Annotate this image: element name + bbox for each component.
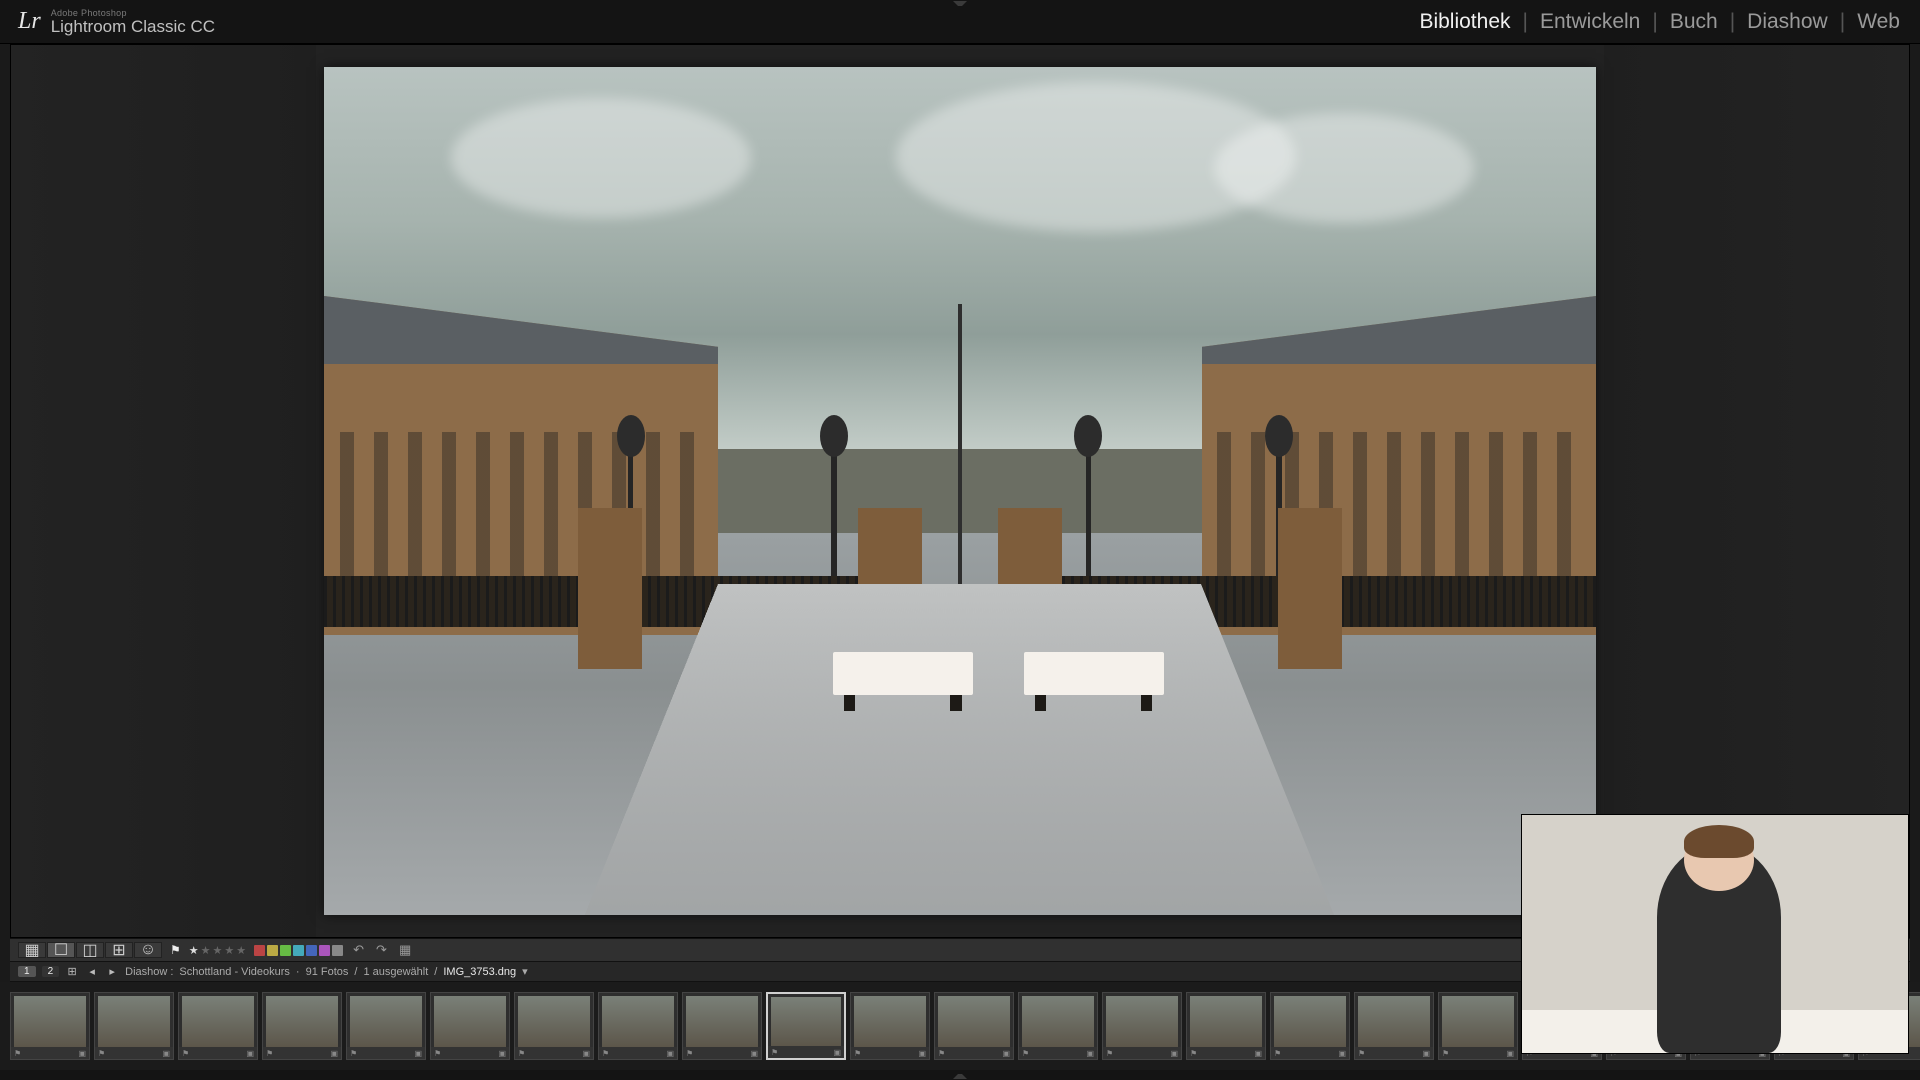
filmstrip-thumb[interactable]: ⚑▣ bbox=[766, 992, 846, 1060]
right-panel-collapsed[interactable] bbox=[1604, 45, 1909, 937]
module-diashow[interactable]: Diashow bbox=[1745, 10, 1830, 34]
filmstrip-thumb[interactable]: ⚑▣ bbox=[10, 992, 90, 1060]
monitor-1-badge[interactable]: 1 bbox=[18, 966, 36, 977]
brand-block: Lr Adobe Photoshop Lightroom Classic CC bbox=[18, 8, 215, 35]
grid-toggle-icon[interactable]: ⊞ bbox=[65, 965, 79, 978]
filmstrip-thumb[interactable]: ⚑▣ bbox=[514, 992, 594, 1060]
loupe-view-button[interactable]: ☐ bbox=[47, 942, 75, 958]
filmstrip-thumb[interactable]: ⚑▣ bbox=[598, 992, 678, 1060]
filmstrip-thumb[interactable]: ⚑▣ bbox=[850, 992, 930, 1060]
selected-count: 1 ausgewählt bbox=[363, 966, 428, 978]
color-label-yellow[interactable] bbox=[267, 945, 278, 956]
filmstrip-thumb[interactable]: ⚑▣ bbox=[1270, 992, 1350, 1060]
rating-stars[interactable]: ★ ★ ★ ★ ★ bbox=[189, 944, 246, 957]
nav-fwd-icon[interactable]: ▸ bbox=[105, 965, 119, 978]
filmstrip-thumb[interactable]: ⚑▣ bbox=[178, 992, 258, 1060]
viewer-area bbox=[10, 44, 1910, 938]
color-label-red[interactable] bbox=[254, 945, 265, 956]
nav-back-icon[interactable]: ◂ bbox=[85, 965, 99, 978]
breadcrumb-prefix: Diashow : bbox=[125, 966, 173, 978]
module-separator: | bbox=[1830, 10, 1855, 34]
breadcrumb-sep: / bbox=[434, 966, 437, 978]
people-view-button[interactable]: ☺ bbox=[134, 942, 162, 958]
grid-view-button[interactable]: ▦ bbox=[18, 942, 46, 958]
module-separator: | bbox=[1720, 10, 1745, 34]
panel-handle-top[interactable] bbox=[953, 1, 967, 7]
brand-title: Lightroom Classic CC bbox=[51, 18, 215, 35]
main-photo bbox=[324, 67, 1596, 915]
color-label-group bbox=[254, 945, 343, 956]
current-filename: IMG_3753.dng bbox=[443, 966, 516, 978]
compare-view-button[interactable]: ◫ bbox=[76, 942, 104, 958]
module-web[interactable]: Web bbox=[1855, 10, 1902, 34]
filmstrip-thumb[interactable]: ⚑▣ bbox=[1018, 992, 1098, 1060]
panel-handle-bottom[interactable] bbox=[953, 1073, 967, 1079]
module-separator: | bbox=[1513, 10, 1538, 34]
module-bibliothek[interactable]: Bibliothek bbox=[1417, 10, 1512, 34]
rotate-cw-icon[interactable]: ↷ bbox=[374, 942, 389, 958]
filmstrip-thumb[interactable]: ⚑▣ bbox=[1186, 992, 1266, 1060]
monitor-2-badge[interactable]: 2 bbox=[42, 966, 60, 977]
star-3[interactable]: ★ bbox=[213, 944, 223, 957]
rotate-ccw-icon[interactable]: ↶ bbox=[351, 942, 366, 958]
color-label-green[interactable] bbox=[280, 945, 291, 956]
filmstrip-thumb[interactable]: ⚑▣ bbox=[346, 992, 426, 1060]
filmstrip-thumb[interactable]: ⚑▣ bbox=[1102, 992, 1182, 1060]
breadcrumb-collection[interactable]: Schottland - Videokurs bbox=[179, 966, 289, 978]
star-5[interactable]: ★ bbox=[236, 944, 246, 957]
star-1[interactable]: ★ bbox=[189, 944, 199, 957]
filename-dropdown-icon[interactable]: ▾ bbox=[522, 965, 528, 978]
grid-overlay-icon[interactable]: ▦ bbox=[397, 942, 413, 958]
flag-icon[interactable]: ⚑ bbox=[170, 943, 181, 957]
module-switcher: Bibliothek | Entwickeln | Buch | Diashow… bbox=[1417, 10, 1902, 34]
app-logo: Lr bbox=[18, 8, 41, 35]
loupe-canvas[interactable] bbox=[316, 45, 1604, 937]
filmstrip-thumb[interactable]: ⚑▣ bbox=[94, 992, 174, 1060]
filmstrip-thumb[interactable]: ⚑▣ bbox=[1354, 992, 1434, 1060]
view-mode-group: ▦ ☐ ◫ ⊞ ☺ bbox=[18, 942, 162, 958]
filmstrip-thumb[interactable]: ⚑▣ bbox=[934, 992, 1014, 1060]
presenter-webcam-overlay bbox=[1521, 814, 1909, 1054]
filmstrip-thumb[interactable]: ⚑▣ bbox=[430, 992, 510, 1060]
module-entwickeln[interactable]: Entwickeln bbox=[1538, 10, 1642, 34]
color-label-blue[interactable] bbox=[306, 945, 317, 956]
filmstrip-thumb[interactable]: ⚑▣ bbox=[1438, 992, 1518, 1060]
color-label-none[interactable] bbox=[332, 945, 343, 956]
star-2[interactable]: ★ bbox=[201, 944, 211, 957]
photo-count: 91 Fotos bbox=[306, 966, 349, 978]
color-label-teal[interactable] bbox=[293, 945, 304, 956]
color-label-purple[interactable] bbox=[319, 945, 330, 956]
survey-view-button[interactable]: ⊞ bbox=[105, 942, 133, 958]
module-buch[interactable]: Buch bbox=[1668, 10, 1720, 34]
breadcrumb-sep: / bbox=[354, 966, 357, 978]
module-separator: | bbox=[1642, 10, 1667, 34]
filmstrip-thumb[interactable]: ⚑▣ bbox=[682, 992, 762, 1060]
left-panel-collapsed[interactable] bbox=[11, 45, 316, 937]
filmstrip-thumb[interactable]: ⚑▣ bbox=[262, 992, 342, 1060]
star-4[interactable]: ★ bbox=[224, 944, 234, 957]
